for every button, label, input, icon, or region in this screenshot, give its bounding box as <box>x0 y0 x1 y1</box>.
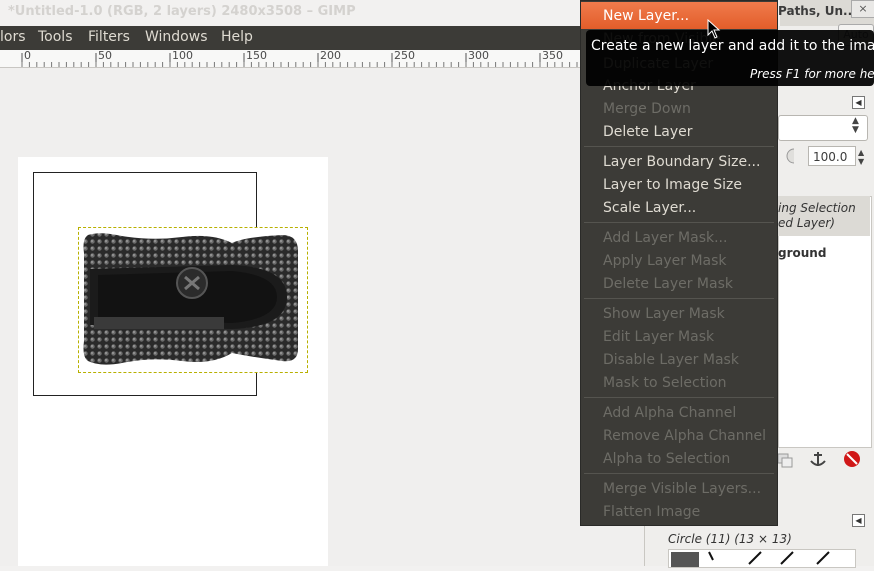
anchor-icon[interactable] <box>810 452 826 466</box>
spin-arrows-icon[interactable]: ▲ ▼ <box>858 148 864 166</box>
menu-item-alpha-to-selection[interactable]: Alpha to Selection <box>603 451 730 467</box>
menu-item-flatten-image[interactable]: Flatten Image <box>603 504 700 520</box>
opacity-spinner[interactable]: 100.0 <box>808 146 856 166</box>
menu-item-scale-layer[interactable]: Scale Layer... <box>603 200 696 216</box>
menu-separator <box>584 222 774 223</box>
menu-item-merge-down[interactable]: Merge Down <box>603 101 691 117</box>
delete-layer-icon[interactable] <box>844 451 860 467</box>
ruler-label: 50 <box>98 49 112 62</box>
menu-separator <box>584 298 774 299</box>
tooltip-text: Create a new layer and add it to the ima… <box>591 38 874 54</box>
brush-name-label: Circle (11) (13 × 13) <box>668 532 792 546</box>
duplicate-layer-icon[interactable] <box>778 453 793 468</box>
pencil-sharpener-image <box>83 233 298 365</box>
menu-item-edit-layer-mask[interactable]: Edit Layer Mask <box>603 329 714 345</box>
collapse-arrow-icon[interactable]: ◀ <box>852 96 865 109</box>
close-icon[interactable]: × <box>851 0 874 18</box>
menu-item-remove-alpha-channel[interactable]: Remove Alpha Channel <box>603 428 766 444</box>
menu-item-add-layer-mask[interactable]: Add Layer Mask... <box>603 230 727 246</box>
ruler-label: 300 <box>468 49 489 62</box>
tooltip-hint: Press F1 for more help <box>750 67 874 81</box>
menu-separator <box>584 397 774 398</box>
menu-item-delete-layer[interactable]: Delete Layer <box>603 124 692 140</box>
collapse-arrow-icon[interactable]: ◀ <box>852 514 865 527</box>
menu-item-layer-to-image-size[interactable]: Layer to Image Size <box>603 177 742 193</box>
menu-separator <box>584 146 774 147</box>
menu-filters[interactable]: Filters <box>88 29 130 45</box>
menu-item-new-layer[interactable]: New Layer... <box>603 8 689 24</box>
brush-stroke-preview <box>671 551 830 567</box>
layer-buttons-bar <box>778 451 860 468</box>
brush-preview-list[interactable] <box>668 549 856 568</box>
layer-label-floating: ing Selection <box>778 201 856 215</box>
ruler-label: 0 <box>24 49 31 62</box>
menu-item-disable-layer-mask[interactable]: Disable Layer Mask <box>603 352 739 368</box>
layer-label-floating-sub: ed Layer) <box>778 216 835 230</box>
menu-item-show-layer-mask[interactable]: Show Layer Mask <box>603 306 725 322</box>
menu-item-merge-visible-layers[interactable]: Merge Visible Layers... <box>603 481 761 497</box>
menu-item-delete-layer-mask[interactable]: Delete Layer Mask <box>603 276 733 292</box>
menu-item-mask-to-selection[interactable]: Mask to Selection <box>603 375 727 391</box>
window-title: *Untitled-1.0 (RGB, 2 layers) 2480x3508 … <box>8 4 356 19</box>
dock-tabs-label[interactable]: Paths, Un... <box>778 4 857 18</box>
opacity-slider-handle[interactable] <box>778 146 794 166</box>
menu-item-add-alpha-channel[interactable]: Add Alpha Channel <box>603 405 736 421</box>
select-arrows-icon[interactable]: ▲ ▼ <box>852 117 859 135</box>
ruler-label: 350 <box>542 49 563 62</box>
menu-separator <box>584 473 774 474</box>
menu-item-layer-boundary-size[interactable]: Layer Boundary Size... <box>603 154 760 170</box>
menu-tools[interactable]: Tools <box>38 29 73 45</box>
horizontal-ruler[interactable]: 0 50 100 150 200 250 300 350 <box>0 49 646 68</box>
ruler-label: 100 <box>172 49 193 62</box>
menu-colors[interactable]: lors <box>0 29 26 45</box>
ruler-label: 250 <box>394 49 415 62</box>
menu-windows[interactable]: Windows <box>145 29 208 45</box>
ruler-label: 200 <box>320 49 341 62</box>
menu-help[interactable]: Help <box>221 29 253 45</box>
mouse-cursor-icon <box>707 19 721 39</box>
menu-item-apply-layer-mask[interactable]: Apply Layer Mask <box>603 253 727 269</box>
layer-label-background[interactable]: ground <box>778 246 826 260</box>
ruler-label: 150 <box>246 49 267 62</box>
